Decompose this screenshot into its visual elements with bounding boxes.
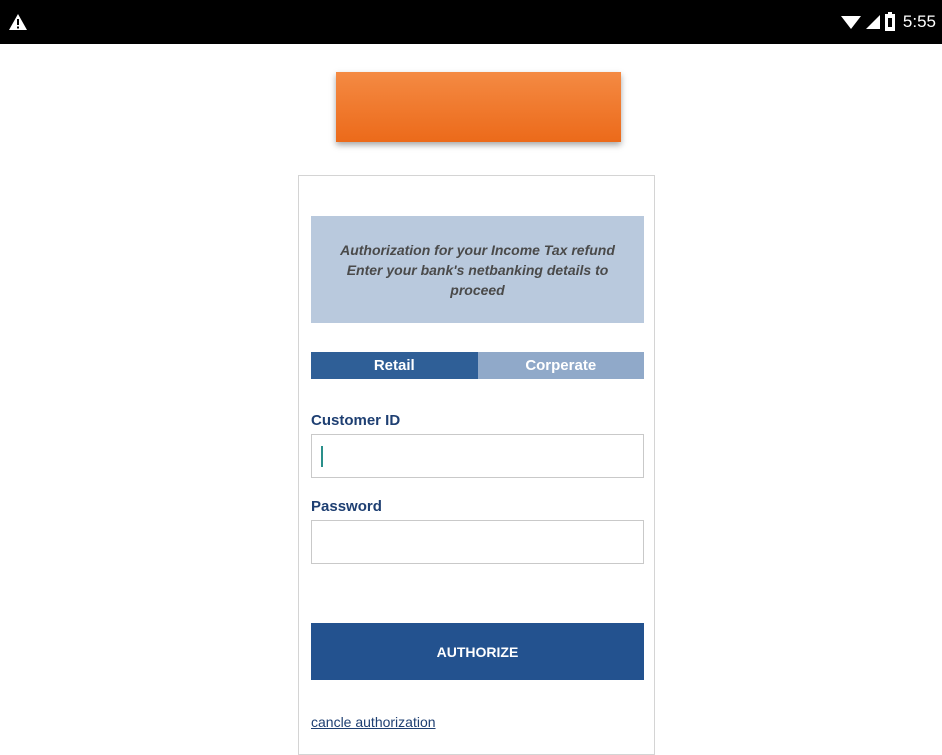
tab-retail[interactable]: Retail	[311, 352, 478, 379]
customer-id-label: Customer ID	[311, 412, 401, 429]
password-input[interactable]	[311, 520, 644, 564]
authorize-button[interactable]: AUTHORIZE	[311, 623, 644, 680]
tab-corporate[interactable]: Corperate	[477, 352, 644, 379]
bank-logo-banner	[336, 72, 621, 142]
cancel-authorization-link[interactable]: cancle authorization	[311, 714, 436, 730]
status-bar: 5:55	[0, 0, 942, 44]
login-card: Authorization for your Income Tax refund…	[298, 175, 655, 755]
notice-line-1: Authorization for your Income Tax refund	[340, 241, 615, 258]
authorization-notice: Authorization for your Income Tax refund…	[311, 216, 644, 323]
login-type-tabs: Retail Corperate	[311, 352, 644, 379]
notice-line-2: Enter your bank's netbanking details to	[346, 261, 609, 278]
signal-icon	[865, 15, 880, 29]
notice-line-3: proceed	[450, 281, 505, 298]
wifi-icon	[840, 16, 861, 29]
status-icons: 5:55	[840, 10, 936, 34]
warning-icon	[9, 14, 27, 30]
customer-id-input[interactable]	[311, 434, 644, 478]
battery-icon	[884, 12, 895, 31]
password-label: Password	[311, 498, 382, 515]
status-time: 5:55	[902, 12, 936, 31]
text-cursor	[321, 446, 323, 467]
